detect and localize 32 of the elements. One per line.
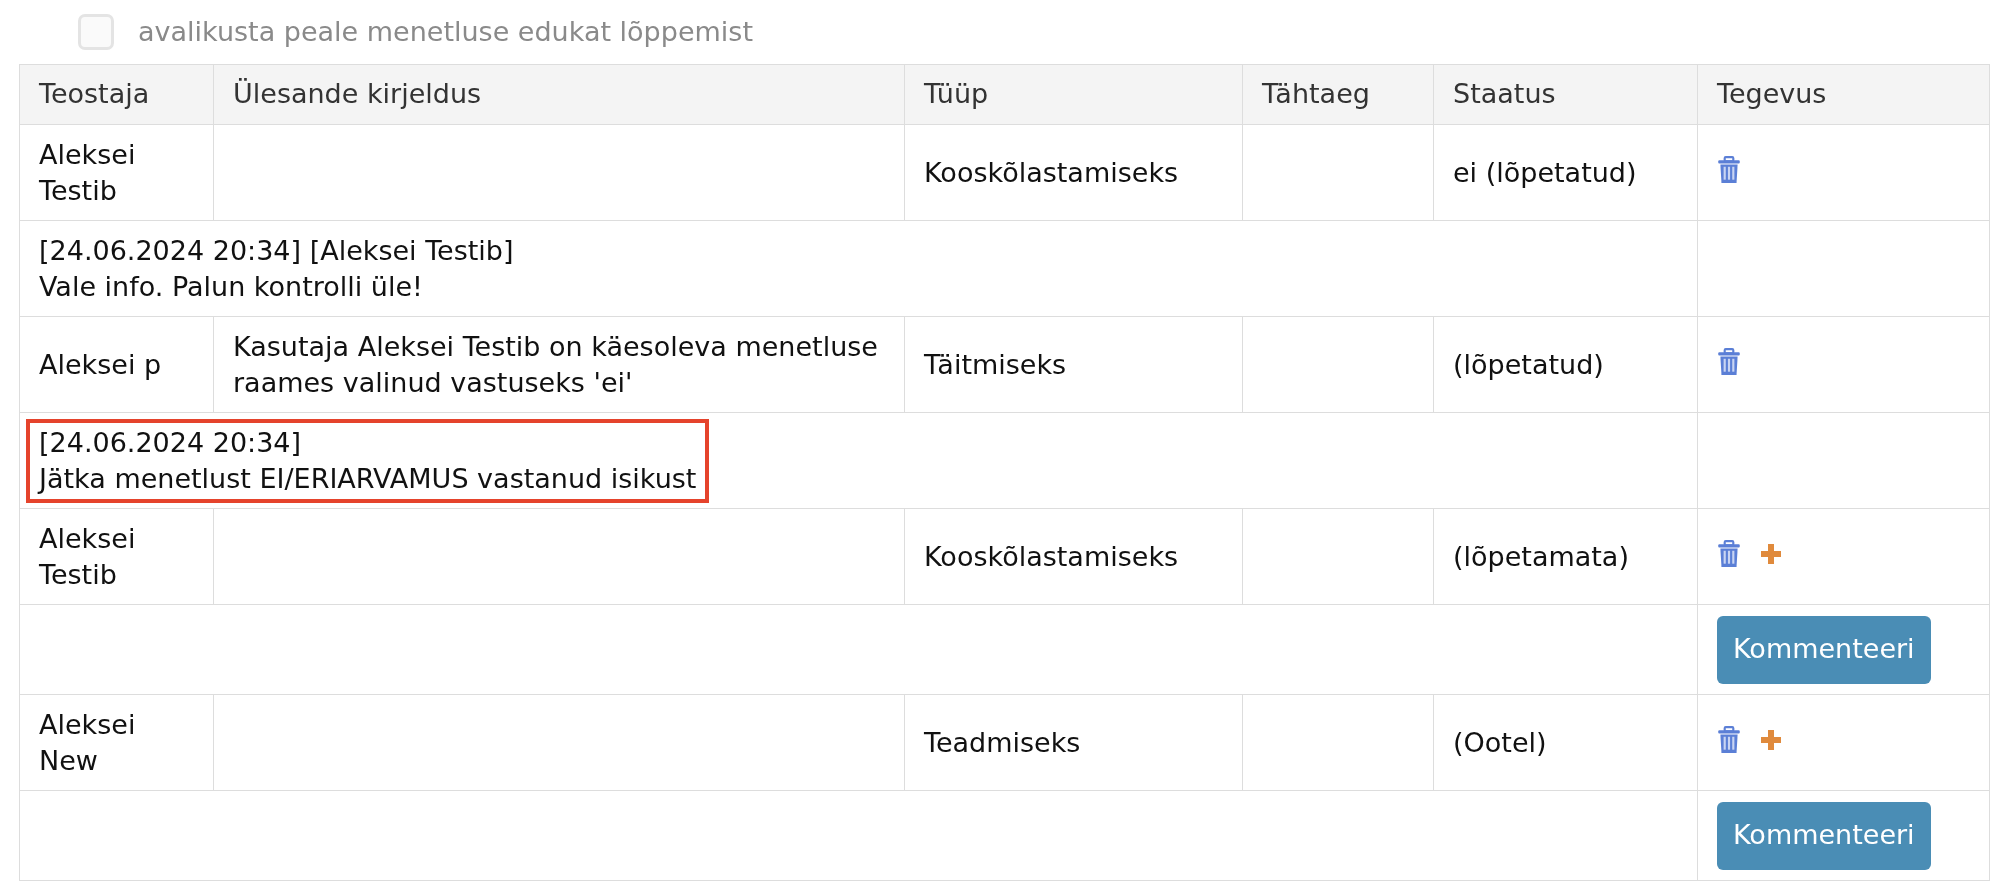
column-header: Tegevus (1717, 78, 1827, 110)
performer-cell: Aleksei p (39, 348, 162, 380)
publish-label: avalikusta peale menetluse edukat lõppemist (138, 14, 753, 49)
trash-icon[interactable] (1717, 725, 1741, 754)
type-cell: Teadmiseks (924, 726, 1081, 758)
comment-line: [24.06.2024 20:34] [Aleksei Testib] (39, 233, 515, 268)
status-cell: (lõpetatud) (1453, 348, 1604, 380)
comment-line: [24.06.2024 20:34] (39, 425, 303, 460)
performer-cell: Aleksei Testib (39, 522, 136, 590)
comment-button[interactable]: Kommenteeri (1717, 801, 1931, 870)
status-cell: (Ootel) (1453, 726, 1547, 758)
status-cell: ei (lõpetatud) (1453, 156, 1637, 188)
comment-line: Vale info. Palun kontrolli üle! (39, 269, 424, 304)
column-header: Staatus (1453, 78, 1556, 110)
column-header: Tüüp (924, 78, 989, 110)
status-cell: (lõpetamata) (1453, 540, 1629, 572)
comment-button[interactable]: Kommenteeri (1717, 615, 1931, 684)
performer-cell: Aleksei Testib (39, 138, 136, 206)
trash-icon[interactable] (1717, 347, 1741, 376)
description-cell: Kasutaja Aleksei Testib on käesoleva menetluse raames valinud vastuseks 'ei' (233, 330, 878, 398)
trash-icon[interactable] (1717, 539, 1741, 568)
comment-line: Jätka menetlust EI/ERIARVAMUS vastanud isikust (39, 461, 697, 496)
column-header: Tähtaeg (1262, 78, 1370, 110)
performer-cell: Aleksei New (39, 708, 136, 776)
column-header: Ülesande kirjeldus (233, 78, 482, 110)
type-cell: Kooskõlastamiseks (924, 540, 1179, 572)
column-header: Teostaja (39, 78, 150, 110)
type-cell: Täitmiseks (924, 348, 1067, 380)
plus-icon[interactable] (1761, 543, 1781, 564)
type-cell: Kooskõlastamiseks (924, 156, 1179, 188)
plus-icon[interactable] (1761, 729, 1781, 750)
trash-icon[interactable] (1717, 155, 1741, 184)
